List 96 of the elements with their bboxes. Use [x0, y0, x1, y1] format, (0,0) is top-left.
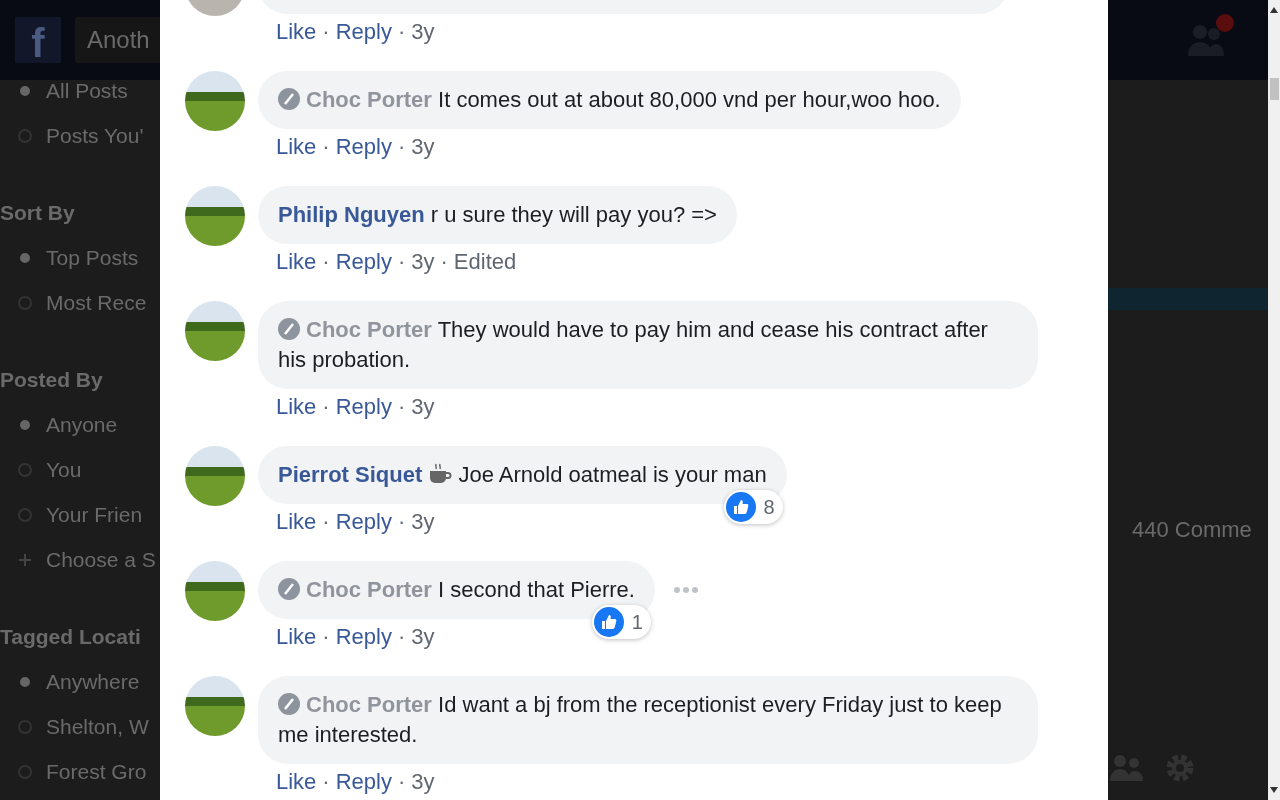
separator-dot: · [440, 249, 448, 275]
more-options-icon[interactable] [672, 586, 699, 594]
section-heading: Posted By [0, 367, 104, 393]
section-heading: Sort By [0, 200, 76, 226]
radio-button[interactable] [20, 252, 30, 263]
radio-button[interactable] [18, 295, 32, 310]
separator-dot: · [397, 134, 406, 160]
filter-option[interactable]: You [46, 457, 82, 482]
separator-dot: · [322, 509, 330, 535]
comment-meta: 3y [411, 509, 435, 535]
plus-icon[interactable] [18, 552, 32, 567]
avatar-photo[interactable] [185, 561, 245, 621]
separator-dot: · [397, 509, 406, 535]
slash-circle-icon [278, 693, 300, 715]
comment-text: Choc Porter They would have to pay him and cease his contract after his probation. [278, 316, 989, 374]
settings-icon[interactable] [1164, 752, 1196, 784]
comment-text: Pierrot Siquet Joe Arnold oatmeal is your man [278, 461, 767, 489]
comment-action-link[interactable]: Reply [335, 134, 392, 160]
avatar-photo[interactable] [185, 676, 245, 736]
filter-option[interactable]: Posts You' [46, 123, 144, 148]
comment-meta: 3y [411, 624, 435, 650]
separator-dot: · [322, 249, 330, 275]
comment-text: Choc Porter I second that Pierre. [278, 575, 635, 605]
comment-action-link[interactable]: Like [276, 509, 317, 535]
comment-action-link[interactable]: Reply [335, 624, 392, 650]
comment-text: Choc Porter Id want a bj from the receptionist every Friday just to keep me interested. [278, 691, 1003, 749]
comment-meta: 3y [411, 134, 435, 160]
comment-action-link[interactable]: Reply [335, 769, 392, 795]
scroll-down-icon[interactable] [1270, 787, 1278, 793]
filter-option[interactable]: Anywhere [46, 669, 140, 694]
radio-button[interactable] [18, 507, 32, 522]
slash-circle-icon [278, 578, 300, 600]
radio-button[interactable] [18, 764, 32, 779]
people-icon[interactable] [1110, 753, 1144, 783]
radio-button[interactable] [18, 128, 32, 143]
filter-option[interactable]: Shelton, W [46, 714, 149, 739]
section-heading: Tagged Locati [0, 624, 142, 650]
avatar-photo[interactable] [185, 186, 245, 246]
thumbs-up-icon [593, 607, 624, 637]
search-field[interactable]: Anoth [75, 17, 160, 63]
comment-action-link[interactable]: Reply [335, 249, 392, 275]
comment-action-link[interactable]: Like [276, 134, 317, 160]
avatar-photo[interactable] [185, 446, 245, 506]
comment-meta: 3y [411, 394, 435, 420]
comment-action-link[interactable]: Like [276, 624, 317, 650]
filter-option[interactable]: Choose a S [46, 547, 156, 572]
radio-button[interactable] [20, 85, 30, 96]
scroll-up-icon[interactable] [1270, 7, 1278, 13]
comment-action-link[interactable]: Reply [335, 19, 392, 45]
slash-circle-icon [278, 88, 300, 110]
comment-meta: 3y [411, 19, 435, 45]
filter-option[interactable]: Your Frien [46, 502, 143, 527]
comment-action-link[interactable]: Like [276, 769, 317, 795]
filter-option[interactable]: Top Posts [46, 245, 139, 270]
separator-dot: · [322, 19, 330, 45]
separator-dot: · [397, 394, 406, 420]
comment-text: Choc Porter It comes out at about 80,000 vnd per hour,woo hoo. [278, 85, 941, 115]
reaction-pill[interactable]: 1 [591, 605, 651, 639]
comment-text: Philip Nguyen r u sure they will pay you? => [278, 201, 717, 229]
scrollbar-thumb[interactable] [1269, 78, 1279, 100]
filter-option[interactable]: Anyone [46, 412, 118, 437]
slash-circle-icon [278, 318, 300, 340]
separator-dot: · [397, 624, 406, 650]
radio-button[interactable] [20, 419, 30, 430]
like-count: 1 [631, 610, 643, 635]
filter-option[interactable]: All Posts [46, 78, 128, 103]
comment-action-link[interactable]: Like [276, 394, 317, 420]
comment-count: 440 Comme [1131, 517, 1253, 543]
author-name[interactable]: Pierrot Siquet [278, 462, 423, 487]
separator-dot: · [322, 134, 330, 160]
like-count: 8 [763, 495, 775, 520]
radio-button[interactable] [20, 676, 30, 687]
separator-dot: · [322, 624, 330, 650]
notification-dot [1216, 14, 1234, 32]
comment-action-link[interactable]: Reply [335, 509, 392, 535]
comment-action-link[interactable]: Like [276, 19, 317, 45]
radio-button[interactable] [18, 462, 32, 477]
avatar-photo[interactable] [185, 71, 245, 131]
separator-dot: · [322, 394, 330, 420]
separator-dot: · [322, 769, 330, 795]
comment-meta: Edited [453, 249, 517, 275]
comment-action-link[interactable]: Like [276, 249, 317, 275]
comment-action-link[interactable]: Reply [335, 394, 392, 420]
separator-dot: · [397, 769, 406, 795]
thumbs-up-icon [725, 492, 756, 522]
avatar-photo[interactable] [185, 301, 245, 361]
filter-option[interactable]: Most Rece [46, 290, 147, 315]
radio-button[interactable] [18, 719, 32, 734]
comment-meta: 3y [411, 249, 435, 275]
separator-dot: · [397, 19, 406, 45]
scrollbar[interactable] [1268, 0, 1280, 800]
comment-meta: 3y [411, 769, 435, 795]
separator-dot: · [397, 249, 406, 275]
reaction-pill[interactable]: 8 [723, 490, 783, 524]
author-name[interactable]: Philip Nguyen [278, 202, 425, 227]
filter-option[interactable]: Forest Gro [46, 759, 147, 784]
